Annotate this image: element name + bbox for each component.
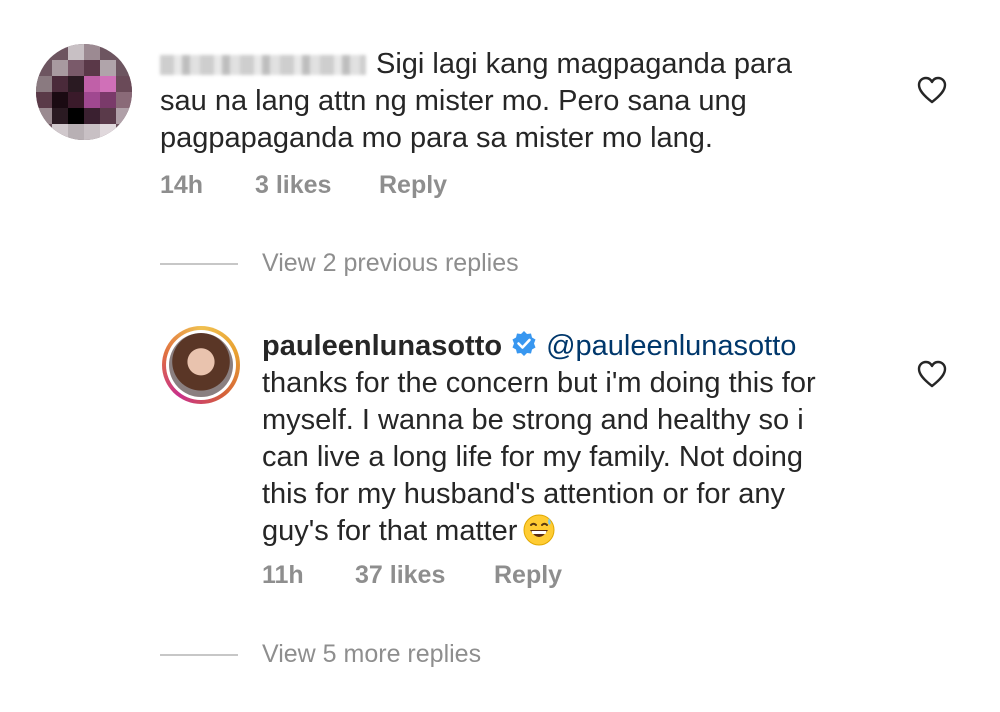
comment-1-reply-button[interactable]: Reply: [379, 171, 447, 200]
comment-1-likes[interactable]: 3 likes: [255, 171, 379, 200]
comment-2-reply-button[interactable]: Reply: [494, 561, 562, 590]
comment-1-time[interactable]: 14h: [160, 171, 255, 200]
comment-2-meta: 11h 37 likes Reply: [262, 561, 562, 590]
view-more-replies-link[interactable]: View 5 more replies: [160, 640, 481, 669]
like-heart-icon[interactable]: [917, 76, 947, 104]
comment-2-body: pauleenlunasotto @pauleenlunasotto thank…: [262, 328, 902, 550]
comment-2-line-3: can live a long life for my family. Not …: [262, 441, 804, 473]
replies-divider-line: [160, 653, 238, 656]
commenter-username-blurred[interactable]: [160, 55, 366, 76]
like-heart-icon[interactable]: [917, 360, 947, 388]
reply-avatar[interactable]: [162, 326, 240, 404]
comment-1-meta: 14h 3 likes Reply: [160, 171, 447, 200]
comment-1-line-3: pagpapaganda mo para sa mister mo lang.: [160, 122, 713, 154]
profile-photo: [169, 333, 233, 397]
commenter-avatar[interactable]: [36, 44, 132, 140]
comment-1-body: Sigi lagi kang magpaganda para sau na la…: [160, 46, 880, 157]
comment-2-line-4: this for my husband's attention or for a…: [262, 478, 785, 510]
comment-2-likes[interactable]: 37 likes: [355, 561, 494, 590]
comment-2-time[interactable]: 11h: [262, 561, 355, 590]
comment-1-line-2: sau na lang attn ng mister mo. Pero sana…: [160, 85, 747, 117]
comment-2-line-5: guy's for that matter: [262, 515, 518, 547]
comment-1-line-1: Sigi lagi kang magpaganda para: [376, 48, 792, 80]
view-more-replies-label[interactable]: View 5 more replies: [262, 640, 481, 669]
replies-divider-line: [160, 262, 238, 265]
comment-2-line-2: myself. I wanna be strong and healthy so…: [262, 404, 804, 436]
comment-2-line-1: thanks for the concern but i'm doing thi…: [262, 367, 816, 399]
grinning-sweat-emoji-icon: [523, 514, 555, 546]
view-previous-replies-label[interactable]: View 2 previous replies: [262, 249, 519, 278]
reply-username[interactable]: pauleenlunasotto: [262, 330, 502, 362]
verified-badge-icon: [512, 331, 536, 356]
view-previous-replies-link[interactable]: View 2 previous replies: [160, 249, 519, 278]
reply-mention-link[interactable]: @pauleenlunasotto: [546, 330, 796, 362]
